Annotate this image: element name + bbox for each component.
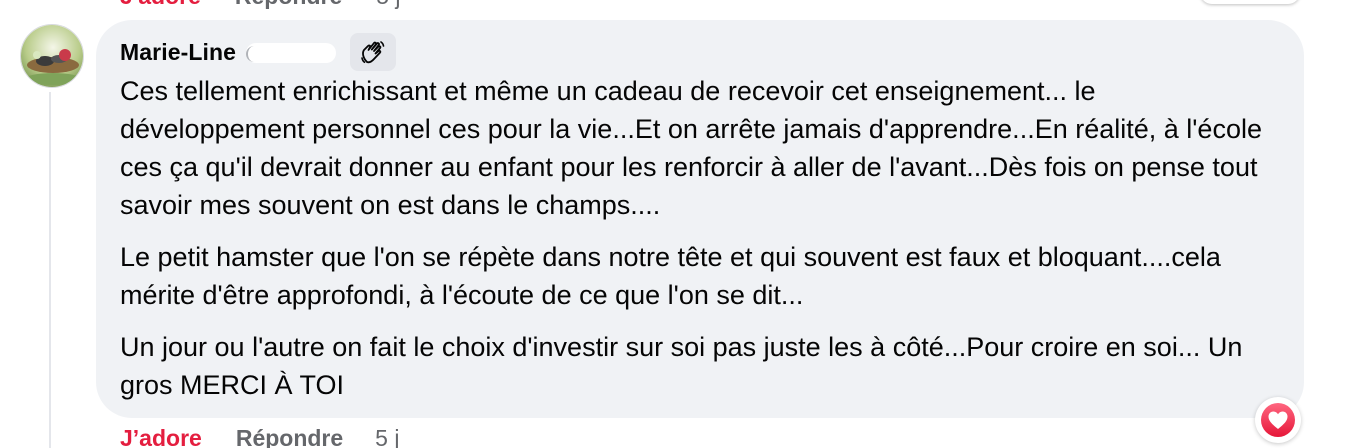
- redacted-surname: [246, 43, 337, 63]
- waving-hand-icon[interactable]: [350, 33, 397, 71]
- author-name[interactable]: Marie-Line: [120, 39, 236, 66]
- comment-paragraph-2: Le petit hamster que l'on se répète dans…: [120, 242, 1221, 310]
- thread-line: [49, 92, 51, 448]
- comment-paragraph-1: Ces tellement enrichissant et même un ca…: [120, 76, 1262, 220]
- comment-actions: J’adore Répondre 5 j: [120, 424, 399, 448]
- comment-thread: J'adore Répondre 5 j Marie-Lin: [0, 0, 1354, 448]
- heart-reaction-icon[interactable]: [1255, 397, 1301, 443]
- comment-paragraph-3: Un jour ou l'autre on fait le choix d'in…: [120, 332, 1243, 400]
- comment-body: Ces tellement enrichissant et même un ca…: [120, 72, 1270, 404]
- previous-comment-actions: J'adore Répondre 5 j: [120, 0, 401, 10]
- previous-timestamp: 5 j: [376, 0, 400, 10]
- reply-button[interactable]: Répondre: [236, 424, 343, 448]
- like-button[interactable]: J’adore: [120, 424, 202, 448]
- avatar-image: [21, 25, 83, 87]
- comment-timestamp[interactable]: 5 j: [375, 424, 399, 448]
- comment-header: Marie-Line: [120, 33, 1280, 71]
- previous-like-button[interactable]: J'adore: [120, 0, 201, 10]
- previous-reply-button[interactable]: Répondre: [235, 0, 342, 10]
- comment-bubble: Marie-Line Ces tellement enrichissant et…: [96, 20, 1304, 418]
- previous-reaction-badge[interactable]: [1200, 0, 1300, 4]
- avatar[interactable]: [20, 24, 84, 88]
